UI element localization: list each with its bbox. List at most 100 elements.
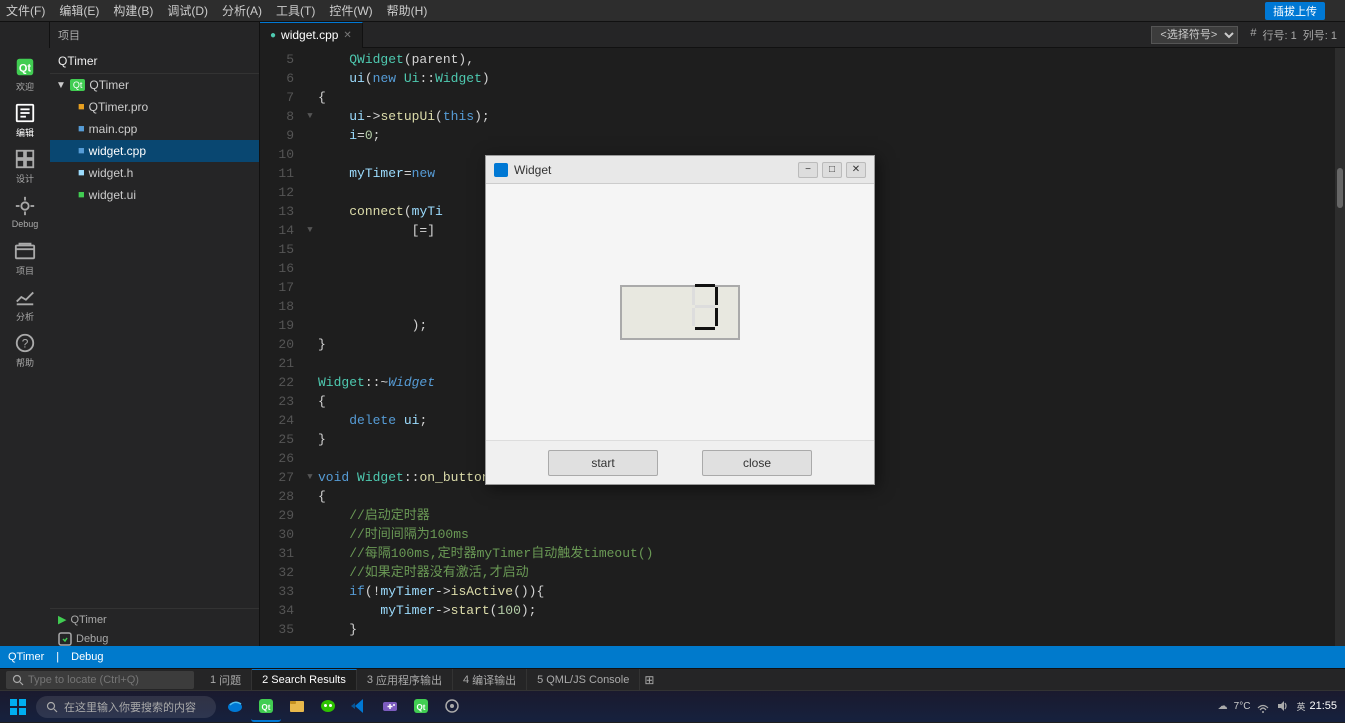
taskbar-app-game[interactable] — [375, 692, 405, 722]
qt-dialog-body — [486, 184, 874, 440]
temp-value: 7°C — [1234, 701, 1251, 712]
tree-item-main[interactable]: ■ main.cpp — [50, 118, 259, 140]
svg-text:Qt: Qt — [417, 703, 426, 712]
code-line: i=0; — [318, 126, 1335, 145]
tree-item-widget-h[interactable]: ■ widget.h — [50, 162, 259, 184]
maximize-button[interactable]: □ — [822, 162, 842, 178]
sidebar-item-help[interactable]: ? 帮助 — [3, 328, 47, 372]
bottom-tabs: 1 问题 2 Search Results 3 应用程序输出 4 编译输出 5 … — [0, 668, 1345, 690]
network-icon — [1256, 699, 1270, 713]
code-line: //时间间隔为100ms — [318, 525, 1335, 544]
file-tree: ▼ Qt QTimer ■ QTimer.pro ■ main.cpp ■ wi… — [50, 74, 259, 608]
volume-icon — [1276, 699, 1290, 713]
line-numbers: 5 6 7 8 9 10 11 12 13 14 15 16 17 18 19 … — [260, 48, 302, 676]
search-icon — [12, 674, 24, 686]
btab-compile-output[interactable]: 4 编译输出 — [453, 669, 527, 691]
taskbar-search-text: 在这里输入你要搜索的内容 — [64, 699, 196, 715]
lcd-value — [680, 282, 730, 343]
taskbar-search[interactable]: 在这里输入你要搜索的内容 — [36, 696, 216, 718]
code-line: } — [318, 620, 1335, 639]
minimize-button[interactable]: − — [798, 162, 818, 178]
code-line: ui(new Ui::Widget) — [318, 69, 1335, 88]
qt-widget-dialog: Widget − □ ✕ — [485, 155, 875, 485]
tab-widget-cpp[interactable]: ● widget.cpp ✕ — [260, 22, 363, 48]
window-controls: − □ ✕ — [798, 162, 866, 178]
code-scrollbar[interactable] — [1335, 48, 1345, 676]
status-debug: Debug — [71, 651, 103, 663]
tree-item-widget-ui[interactable]: ■ widget.ui — [50, 184, 259, 206]
sidebar-icons: Qt 欢迎 编辑 设计 — [0, 48, 50, 676]
taskbar-search-icon — [46, 701, 58, 713]
sidebar-item-edit[interactable]: 编辑 — [3, 98, 47, 142]
code-line: myTimer->start(100); — [318, 601, 1335, 620]
qt-dialog-title: Widget — [514, 163, 551, 177]
project-tab: 项目 — [50, 22, 260, 48]
sidebar-item-design[interactable]: 设计 — [3, 144, 47, 188]
menu-help[interactable]: 帮助(H) — [387, 2, 428, 19]
btab-search-results[interactable]: 2 Search Results — [252, 669, 357, 691]
menu-controls[interactable]: 控件(W) — [329, 2, 372, 19]
qt-dialog-footer: start close — [486, 440, 874, 484]
menu-file[interactable]: 文件(F) — [6, 2, 45, 19]
code-line: //每隔100ms,定时器myTimer自动触发timeout() — [318, 544, 1335, 563]
arrow-gutter: ▼ ▼ ▼ — [302, 48, 318, 676]
file-panel: QTimer ▼ Qt QTimer ■ QTimer.pro ■ main.c… — [50, 48, 260, 676]
svg-text:Qt: Qt — [19, 62, 32, 74]
scrollbar-thumb[interactable] — [1337, 168, 1343, 208]
tree-item-pro[interactable]: ■ QTimer.pro — [50, 96, 259, 118]
start-button[interactable]: start — [548, 450, 658, 476]
search-bar[interactable] — [6, 671, 194, 689]
clock-time: 21:55 — [1309, 699, 1337, 713]
btab-app-output[interactable]: 3 应用程序输出 — [357, 669, 453, 691]
tree-item-qtimer[interactable]: ▼ Qt QTimer — [50, 74, 259, 96]
status-project: QTimer — [8, 651, 44, 663]
tab-close-icon[interactable]: ✕ — [343, 30, 351, 41]
taskbar-app-qt2[interactable]: Qt — [406, 692, 436, 722]
taskbar-clock: 21:55 — [1309, 699, 1337, 713]
code-line: if(!myTimer->isActive()){ — [318, 582, 1335, 601]
taskbar-app-wechat[interactable] — [313, 692, 343, 722]
svg-text:?: ? — [22, 336, 29, 350]
lang-indicator: 英 — [1296, 700, 1305, 713]
taskbar-right: ☁ 7°C 英 21:55 — [1218, 699, 1345, 713]
sidebar-item-welcome[interactable]: Qt 欢迎 — [3, 52, 47, 96]
taskbar-app-edge[interactable] — [220, 692, 250, 722]
upload-button[interactable]: 插拔上传 — [1265, 2, 1325, 20]
sidebar-item-project[interactable]: 项目 — [3, 236, 47, 280]
btab-issues[interactable]: 1 问题 — [200, 669, 252, 691]
start-button[interactable] — [0, 691, 36, 723]
code-line: { — [318, 487, 1335, 506]
taskbar-app-tools[interactable] — [437, 692, 467, 722]
close-button[interactable]: close — [702, 450, 812, 476]
btab-more[interactable]: ⊞ — [644, 673, 654, 687]
close-window-button[interactable]: ✕ — [846, 162, 866, 178]
menu-tools[interactable]: 工具(T) — [276, 2, 315, 19]
code-line: //如果定时器没有激活,才启动 — [318, 563, 1335, 582]
btab-qml-console[interactable]: 5 QML/JS Console — [527, 669, 640, 691]
tree-item-widget-cpp[interactable]: ■ widget.cpp — [50, 140, 259, 162]
code-line: QWidget(parent), — [318, 50, 1335, 69]
menu-build[interactable]: 构建(B) — [113, 2, 153, 19]
dialog-title-icon — [494, 163, 508, 177]
sidebar-item-analyze[interactable]: 分析 — [3, 282, 47, 326]
search-input[interactable] — [28, 674, 188, 686]
code-line: { — [318, 88, 1335, 107]
menu-bar: 文件(F) 编辑(E) 构建(B) 调试(D) 分析(A) 工具(T) 控件(W… — [0, 0, 1345, 22]
sidebar-item-debug[interactable]: Debug — [3, 190, 47, 234]
menu-edit[interactable]: 编辑(E) — [59, 2, 99, 19]
menu-analyze[interactable]: 分析(A) — [222, 2, 262, 19]
status-bar: QTimer | Debug — [0, 646, 1345, 668]
sys-tray-icons: ☁ 7°C 英 — [1218, 699, 1306, 713]
code-line: //启动定时器 — [318, 506, 1335, 525]
menu-debug[interactable]: 调试(D) — [167, 2, 208, 19]
qt-dialog-titlebar: Widget − □ ✕ — [486, 156, 874, 184]
taskbar: 在这里输入你要搜索的内容 Qt — [0, 690, 1345, 722]
file-panel-header: QTimer — [50, 48, 259, 74]
taskbar-app-vscode[interactable] — [344, 692, 374, 722]
temp-icon: ☁ — [1218, 701, 1228, 712]
row-col-status: # 行号: 1 列号: 1 — [1250, 27, 1337, 43]
taskbar-app-explorer[interactable] — [282, 692, 312, 722]
taskbar-app-qtcreator[interactable]: Qt — [251, 692, 281, 722]
symbol-selector[interactable]: <选择符号> — [1151, 26, 1238, 44]
svg-text:Qt: Qt — [262, 703, 271, 712]
